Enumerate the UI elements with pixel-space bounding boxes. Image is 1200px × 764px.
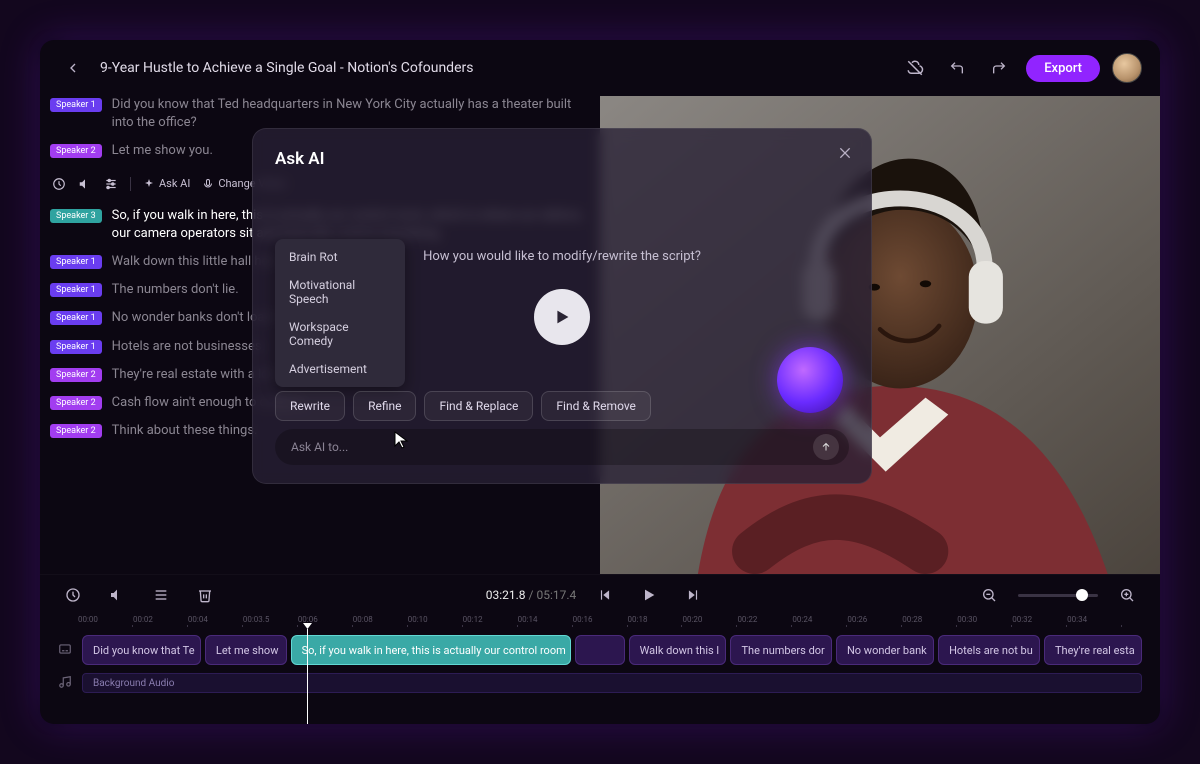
dropdown-option[interactable]: Brain Rot bbox=[275, 243, 405, 271]
time-ruler[interactable]: 00:0000:0200:0400:03.500:0600:0800:1000:… bbox=[40, 615, 1160, 629]
rewrite-style-dropdown: Brain Rot Motivational Speech Workspace … bbox=[275, 239, 405, 387]
header: 9-Year Hustle to Achieve a Single Goal -… bbox=[40, 40, 1160, 96]
dropdown-option[interactable]: Workspace Comedy bbox=[275, 313, 405, 355]
skip-forward-icon[interactable] bbox=[678, 580, 708, 610]
ruler-tick: 00:08 bbox=[353, 615, 408, 629]
speaker-badge: Speaker 1 bbox=[50, 255, 102, 269]
ruler-tick: 00:00 bbox=[78, 615, 133, 629]
speaker-badge: Speaker 2 bbox=[50, 424, 102, 438]
skip-back-icon[interactable] bbox=[590, 580, 620, 610]
speaker-badge: Speaker 3 bbox=[50, 209, 102, 223]
trash-icon[interactable] bbox=[190, 580, 220, 610]
speaker-badge: Speaker 1 bbox=[50, 340, 102, 354]
ruler-tick: 00:02 bbox=[133, 615, 188, 629]
chip-find-replace[interactable]: Find & Replace bbox=[424, 391, 533, 421]
tracks: Did you know that TeLet me showSo, if yo… bbox=[40, 629, 1160, 724]
timeline-clip[interactable] bbox=[575, 635, 625, 665]
timeline-area: 03:21.8 / 05:17.4 00:0000:0200:0400:03.5… bbox=[40, 574, 1160, 724]
timeline-clip[interactable]: Walk down this l bbox=[629, 635, 727, 665]
timeline-clip[interactable]: Let me show bbox=[205, 635, 287, 665]
timeline-clip[interactable]: They're real esta bbox=[1044, 635, 1142, 665]
ruler-tick: 00:03.5 bbox=[243, 615, 298, 629]
project-title: 9-Year Hustle to Achieve a Single Goal -… bbox=[100, 60, 888, 76]
play-button[interactable] bbox=[634, 580, 664, 610]
ruler-tick: 00:30 bbox=[957, 615, 1012, 629]
audio-track: Background Audio bbox=[58, 673, 1142, 693]
ask-ai-button[interactable]: Ask AI bbox=[143, 177, 190, 190]
sliders-icon[interactable] bbox=[146, 580, 176, 610]
chip-refine[interactable]: Refine bbox=[353, 391, 416, 421]
ruler-tick: 00:14 bbox=[518, 615, 573, 629]
ai-orb-icon bbox=[777, 347, 843, 413]
ruler-tick: 00:04 bbox=[188, 615, 243, 629]
export-button[interactable]: Export bbox=[1026, 55, 1100, 82]
ruler-tick: 00:32 bbox=[1012, 615, 1067, 629]
action-chips: Rewrite Refine Find & Replace Find & Rem… bbox=[275, 391, 651, 421]
audio-clip[interactable]: Background Audio bbox=[82, 673, 1142, 693]
ai-input[interactable]: Ask AI to... bbox=[275, 429, 849, 465]
music-icon bbox=[58, 674, 74, 693]
transport-bar: 03:21.8 / 05:17.4 bbox=[40, 575, 1160, 615]
speaker-badge: Speaker 2 bbox=[50, 144, 102, 158]
cloud-off-icon[interactable] bbox=[900, 53, 930, 83]
zoom-in-icon[interactable] bbox=[1112, 580, 1142, 610]
ruler-tick: 00:28 bbox=[902, 615, 957, 629]
transcript-line[interactable]: Speaker 1 Did you know that Ted headquar… bbox=[50, 96, 590, 132]
speed-icon[interactable] bbox=[58, 580, 88, 610]
subtitles-icon bbox=[58, 641, 74, 660]
volume-icon[interactable] bbox=[78, 177, 92, 191]
timeline-clip[interactable]: Hotels are not bu bbox=[938, 635, 1040, 665]
chip-find-remove[interactable]: Find & Remove bbox=[541, 391, 651, 421]
ask-ai-modal: Ask AI How you would like to modify/rewr… bbox=[252, 128, 872, 484]
timeline-clip[interactable]: No wonder bank bbox=[836, 635, 934, 665]
undo-button[interactable] bbox=[942, 53, 972, 83]
timeline-clip[interactable]: Did you know that Te bbox=[82, 635, 201, 665]
speaker-badge: Speaker 1 bbox=[50, 98, 102, 112]
close-icon[interactable] bbox=[837, 145, 853, 165]
speaker-badge: Speaker 2 bbox=[50, 396, 102, 410]
volume-icon[interactable] bbox=[102, 580, 132, 610]
timecode: 03:21.8 / 05:17.4 bbox=[486, 588, 577, 602]
speed-icon[interactable] bbox=[52, 177, 66, 191]
user-avatar[interactable] bbox=[1112, 53, 1142, 83]
ask-ai-label: Ask AI bbox=[159, 177, 190, 190]
ruler-tick: 00:20 bbox=[682, 615, 737, 629]
ruler-tick: 00:34 bbox=[1067, 615, 1122, 629]
timeline-clip[interactable]: The numbers dor bbox=[730, 635, 832, 665]
send-button[interactable] bbox=[813, 434, 839, 460]
speaker-badge: Speaker 1 bbox=[50, 311, 102, 325]
clip-track: Did you know that TeLet me showSo, if yo… bbox=[58, 635, 1142, 665]
zoom-slider[interactable] bbox=[1018, 594, 1098, 597]
ruler-tick: 00:10 bbox=[408, 615, 463, 629]
modal-play-button[interactable] bbox=[534, 289, 590, 345]
speaker-badge: Speaker 1 bbox=[50, 283, 102, 297]
ruler-tick: 00:26 bbox=[847, 615, 902, 629]
redo-button[interactable] bbox=[984, 53, 1014, 83]
ruler-tick: 00:24 bbox=[792, 615, 847, 629]
ruler-tick: 00:18 bbox=[628, 615, 683, 629]
zoom-out-icon[interactable] bbox=[974, 580, 1004, 610]
ruler-tick: 00:06 bbox=[298, 615, 353, 629]
modal-title: Ask AI bbox=[275, 149, 849, 169]
ai-input-placeholder: Ask AI to... bbox=[291, 440, 813, 454]
timeline-clip[interactable]: So, if you walk in here, this is actuall… bbox=[291, 635, 571, 665]
ruler-tick: 00:16 bbox=[573, 615, 628, 629]
dropdown-option[interactable]: Motivational Speech bbox=[275, 271, 405, 313]
transcript-text: Did you know that Ted headquarters in Ne… bbox=[112, 96, 590, 132]
ruler-tick: 00:22 bbox=[737, 615, 792, 629]
back-button[interactable] bbox=[58, 53, 88, 83]
dropdown-option[interactable]: Advertisement bbox=[275, 355, 405, 383]
ruler-tick: 00:12 bbox=[463, 615, 518, 629]
speaker-badge: Speaker 2 bbox=[50, 368, 102, 382]
sliders-icon[interactable] bbox=[104, 177, 118, 191]
chip-rewrite[interactable]: Rewrite bbox=[275, 391, 345, 421]
